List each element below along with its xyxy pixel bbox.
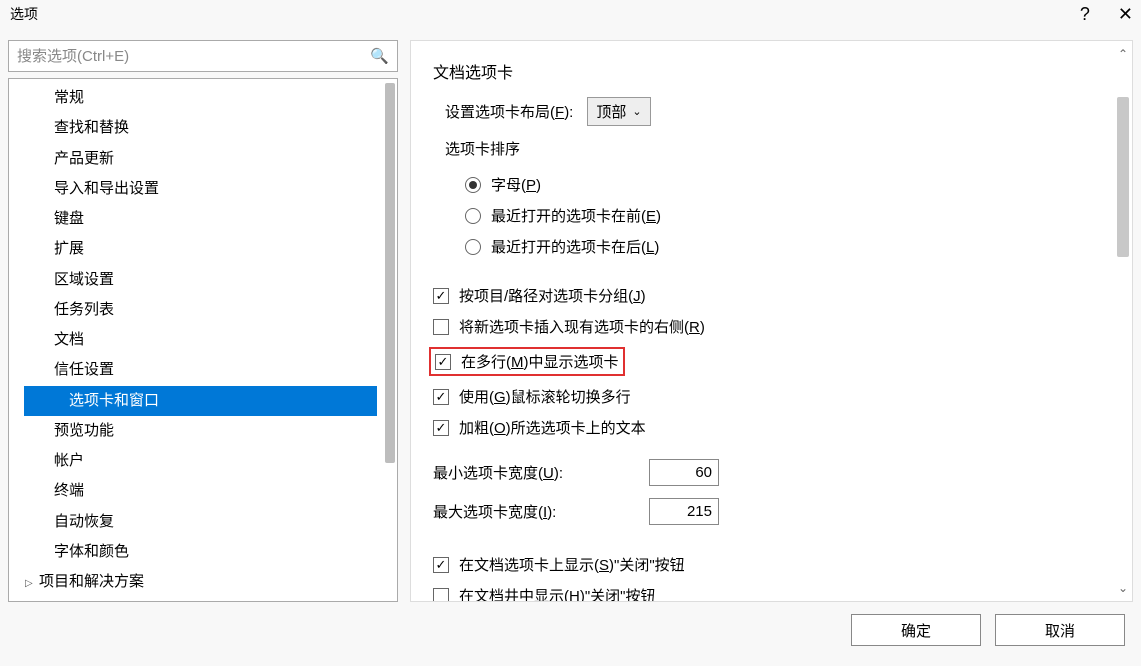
radio-label: 字母(P) <box>491 174 541 195</box>
radio-recent-back[interactable]: 最近打开的选项卡在后(L) <box>465 231 1110 262</box>
right-scrollbar[interactable]: ⌃ ⌄ <box>1117 45 1129 597</box>
radio-alpha[interactable]: 字母(P) <box>465 169 1110 200</box>
search-input[interactable] <box>17 48 370 65</box>
tree-item[interactable]: 产品更新 <box>9 144 397 174</box>
radio-label: 最近打开的选项卡在后(L) <box>491 236 659 257</box>
check-label: 在文档选项卡上显示(S)"关闭"按钮 <box>459 554 685 575</box>
options-tree: 常规 查找和替换 产品更新 导入和导出设置 键盘 扩展 区域设置 任务列表 文档… <box>9 79 397 602</box>
checkbox-icon <box>433 288 449 304</box>
check-bold-selected[interactable]: 加粗(O)所选选项卡上的文本 <box>433 412 1110 443</box>
radio-icon <box>465 208 481 224</box>
right-scrollbar-thumb[interactable] <box>1117 97 1129 257</box>
check-label: 使用(G)鼠标滚轮切换多行 <box>459 386 631 407</box>
search-icon[interactable]: 🔍 <box>370 47 389 65</box>
max-width-label: 最大选项卡宽度(I): <box>433 501 633 522</box>
tab-layout-select[interactable]: 顶部 ⌄ <box>587 97 650 126</box>
check-label: 在多行(M)中显示选项卡 <box>461 351 619 372</box>
tab-layout-value: 顶部 <box>596 101 626 122</box>
window-title: 选项 <box>10 4 38 24</box>
tree-item[interactable]: 扩展 <box>9 234 397 264</box>
highlight-box: 在多行(M)中显示选项卡 <box>429 347 625 376</box>
tree-scrollbar-thumb[interactable] <box>385 83 395 463</box>
tree-item[interactable]: 信任设置 <box>9 355 397 385</box>
checks-block-2: 在文档选项卡上显示(S)"关闭"按钮 在文档井中显示(H)"关闭"按钮 在选项卡… <box>433 549 1110 602</box>
tree-item[interactable]: 查找和替换 <box>9 113 397 143</box>
tree-item[interactable]: 帐户 <box>9 446 397 476</box>
max-width-row: 最大选项卡宽度(I): <box>433 492 1110 531</box>
check-insert-right[interactable]: 将新选项卡插入现有选项卡的右侧(R) <box>433 311 1110 342</box>
min-width-input[interactable] <box>649 459 719 486</box>
checkbox-icon <box>433 557 449 573</box>
close-icon[interactable]: ✕ <box>1118 4 1133 25</box>
radio-recent-front[interactable]: 最近打开的选项卡在前(E) <box>465 200 1110 231</box>
check-label: 按项目/路径对选项卡分组(J) <box>459 285 646 306</box>
right-panel: 文档选项卡 设置选项卡布局(F): 顶部 ⌄ 选项卡排序 字母(P) 最近打开的… <box>410 40 1133 602</box>
tree-item[interactable]: 字体和颜色 <box>9 537 397 567</box>
checkbox-icon <box>433 389 449 405</box>
radio-label: 最近打开的选项卡在前(E) <box>491 205 661 226</box>
chevron-down-icon: ⌄ <box>632 105 641 118</box>
radio-icon <box>465 177 481 193</box>
min-width-label: 最小选项卡宽度(U): <box>433 462 633 483</box>
dialog-footer: 确定 取消 <box>0 602 1141 658</box>
tree-item[interactable]: 导入和导出设置 <box>9 174 397 204</box>
tree-item[interactable]: 区域设置 <box>9 265 397 295</box>
tab-layout-label: 设置选项卡布局(F): <box>445 101 573 122</box>
help-icon[interactable]: ? <box>1080 4 1090 25</box>
check-label: 将新选项卡插入现有选项卡的右侧(R) <box>459 316 705 337</box>
cancel-button[interactable]: 取消 <box>995 614 1125 646</box>
check-label: 在文档井中显示(H)"关闭"按钮 <box>459 585 656 602</box>
tree-item[interactable]: 自动恢复 <box>9 507 397 537</box>
max-width-input[interactable] <box>649 498 719 525</box>
left-panel: 🔍 常规 查找和替换 产品更新 导入和导出设置 键盘 扩展 区域设置 任务列表 … <box>8 40 398 602</box>
tree-item[interactable]: 常规 <box>9 83 397 113</box>
tree-item-selected[interactable]: 选项卡和窗口 <box>24 386 377 416</box>
check-label: 加粗(O)所选选项卡上的文本 <box>459 417 646 438</box>
tab-sort-section: 选项卡排序 字母(P) 最近打开的选项卡在前(E) 最近打开的选项卡在后(L) <box>445 138 1110 262</box>
check-group-by-project[interactable]: 按项目/路径对选项卡分组(J) <box>433 280 1110 311</box>
scroll-up-icon[interactable]: ⌃ <box>1117 47 1129 61</box>
ok-button[interactable]: 确定 <box>851 614 981 646</box>
tab-layout-row: 设置选项卡布局(F): 顶部 ⌄ <box>445 97 1110 126</box>
tree-item[interactable]: 任务列表 <box>9 295 397 325</box>
check-show-close[interactable]: 在文档选项卡上显示(S)"关闭"按钮 <box>433 549 1110 580</box>
tree-item[interactable]: 预览功能 <box>9 416 397 446</box>
tree-item[interactable]: 文档 <box>9 325 397 355</box>
tree-item[interactable]: 终端 <box>9 476 397 506</box>
checkbox-icon <box>433 319 449 335</box>
check-multi-row[interactable]: 在多行(M)中显示选项卡 <box>433 342 1110 381</box>
tree-item-parent[interactable]: 工作项 <box>9 597 397 602</box>
tree-container: 常规 查找和替换 产品更新 导入和导出设置 键盘 扩展 区域设置 任务列表 文档… <box>8 78 398 602</box>
check-scroll-wheel[interactable]: 使用(G)鼠标滚轮切换多行 <box>433 381 1110 412</box>
checkbox-icon <box>433 420 449 436</box>
search-box[interactable]: 🔍 <box>8 40 398 72</box>
checkbox-icon <box>435 354 451 370</box>
scroll-down-icon[interactable]: ⌄ <box>1117 581 1129 595</box>
check-show-close-well[interactable]: 在文档井中显示(H)"关闭"按钮 <box>433 580 1110 602</box>
main-area: 🔍 常规 查找和替换 产品更新 导入和导出设置 键盘 扩展 区域设置 任务列表 … <box>0 28 1141 602</box>
section-title: 文档选项卡 <box>433 59 1110 83</box>
tree-item-parent[interactable]: 项目和解决方案 <box>9 567 397 597</box>
tab-sort-title: 选项卡排序 <box>445 138 1110 159</box>
titlebar: 选项 ? ✕ <box>0 0 1141 28</box>
min-width-row: 最小选项卡宽度(U): <box>433 453 1110 492</box>
radio-icon <box>465 239 481 255</box>
checks-block-1: 按项目/路径对选项卡分组(J) 将新选项卡插入现有选项卡的右侧(R) 在多行(M… <box>433 280 1110 443</box>
titlebar-controls: ? ✕ <box>1080 4 1133 25</box>
checkbox-icon <box>433 588 449 603</box>
tree-item[interactable]: 键盘 <box>9 204 397 234</box>
